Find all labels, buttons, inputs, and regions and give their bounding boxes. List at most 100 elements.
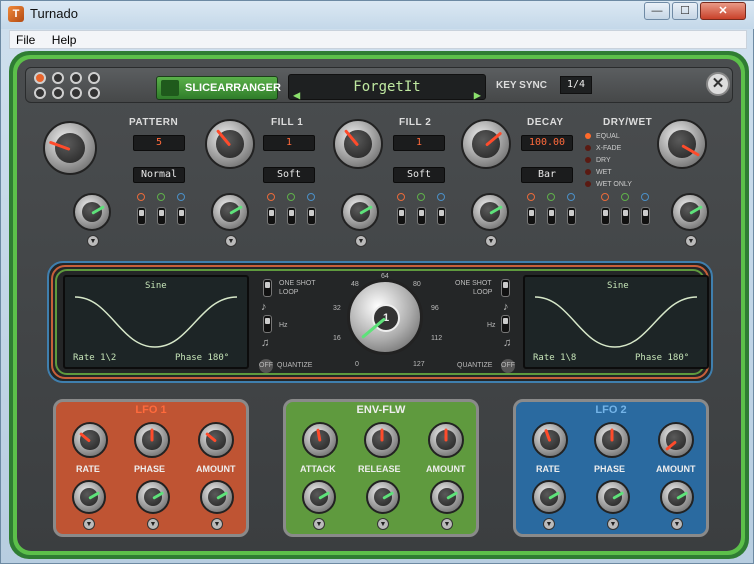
lfo2-phase-knob[interactable]	[594, 422, 630, 458]
drywet-knob[interactable]	[657, 119, 707, 169]
lfo1-rate-knob[interactable]	[72, 422, 108, 458]
mod-menu-icon[interactable]: ▼	[211, 518, 223, 530]
mod-toggle[interactable]	[287, 207, 296, 225]
envflw-amount-knob[interactable]	[428, 422, 464, 458]
mod-menu-icon[interactable]: ▼	[485, 235, 497, 247]
decay-knob[interactable]	[461, 119, 511, 169]
lfo2-rate-mod-knob[interactable]	[532, 480, 566, 514]
mod-select-green[interactable]	[417, 193, 425, 201]
plugin-close-icon[interactable]: ✕	[706, 72, 730, 96]
mod-toggle[interactable]	[641, 207, 650, 225]
quantize-off-button[interactable]: OFF	[259, 359, 273, 373]
lfo2-rate-knob[interactable]	[532, 422, 568, 458]
lfo1-oneshot-toggle[interactable]	[263, 279, 272, 297]
minimize-button[interactable]: —	[644, 2, 670, 20]
maximize-button[interactable]: ☐	[672, 2, 698, 20]
prev-preset-icon[interactable]: ◀	[293, 83, 300, 107]
lfo1-amount-mod-knob[interactable]	[200, 480, 234, 514]
mod-toggle[interactable]	[157, 207, 166, 225]
effect-slot-8[interactable]	[88, 87, 100, 99]
mod-select-blue[interactable]	[307, 193, 315, 201]
drywet-option-wetonly[interactable]: WET ONLY	[585, 179, 632, 191]
lfo2-amount-mod-knob[interactable]	[660, 480, 694, 514]
mod-menu-icon[interactable]: ▼	[671, 518, 683, 530]
drywet-mod-knob[interactable]	[671, 193, 709, 231]
drywet-option-xfade[interactable]: X-FADE	[585, 143, 632, 155]
menu-help[interactable]: Help	[46, 31, 83, 47]
lfo1-rate-mod-knob[interactable]	[72, 480, 106, 514]
effect-slot-4[interactable]	[88, 72, 100, 84]
mod-select-orange[interactable]	[137, 193, 145, 201]
lfo2-hz-toggle[interactable]	[501, 315, 510, 333]
mod-select-green[interactable]	[547, 193, 555, 201]
mod-toggle[interactable]	[601, 207, 610, 225]
mod-select-green[interactable]	[621, 193, 629, 201]
mod-select-green[interactable]	[157, 193, 165, 201]
fill1-knob[interactable]	[205, 119, 255, 169]
menu-file[interactable]: File	[10, 31, 41, 47]
mod-select-blue[interactable]	[437, 193, 445, 201]
quantize-off-button-right[interactable]: OFF	[501, 359, 515, 373]
effect-slot-7[interactable]	[70, 87, 82, 99]
fill2-knob[interactable]	[333, 119, 383, 169]
lfo2-phase-mod-knob[interactable]	[596, 480, 630, 514]
drywet-option-equal[interactable]: EQUAL	[585, 131, 632, 143]
mod-menu-icon[interactable]: ▼	[543, 518, 555, 530]
mod-select-blue[interactable]	[567, 193, 575, 201]
mod-menu-icon[interactable]: ▼	[147, 518, 159, 530]
mod-toggle[interactable]	[417, 207, 426, 225]
mod-toggle[interactable]	[177, 207, 186, 225]
effect-slot-2[interactable]	[52, 72, 64, 84]
fill2-mode[interactable]: Soft	[393, 167, 445, 183]
lfo1-phase-knob[interactable]	[134, 422, 170, 458]
pattern-mod-knob[interactable]	[73, 193, 111, 231]
mod-select-blue[interactable]	[177, 193, 185, 201]
mod-menu-icon[interactable]: ▼	[87, 235, 99, 247]
lfo1-phase-mod-knob[interactable]	[136, 480, 170, 514]
lfo2-amount-knob[interactable]	[658, 422, 694, 458]
envflw-attack-mod-knob[interactable]	[302, 480, 336, 514]
pattern-knob[interactable]	[43, 121, 97, 175]
fill2-value[interactable]: 1	[393, 135, 445, 151]
mod-menu-icon[interactable]: ▼	[685, 235, 697, 247]
fill1-mod-knob[interactable]	[211, 193, 249, 231]
fill1-value[interactable]: 1	[263, 135, 315, 151]
mod-toggle[interactable]	[547, 207, 556, 225]
envflw-release-knob[interactable]	[364, 422, 400, 458]
decay-mod-knob[interactable]	[471, 193, 509, 231]
envflw-attack-knob[interactable]	[302, 422, 338, 458]
mod-toggle[interactable]	[267, 207, 276, 225]
close-button[interactable]: ✕	[700, 2, 746, 20]
key-sync-value[interactable]: 1/4	[560, 76, 592, 94]
envflw-amount-mod-knob[interactable]	[430, 480, 464, 514]
mod-toggle[interactable]	[397, 207, 406, 225]
effect-slot-3[interactable]	[70, 72, 82, 84]
lfo1-amount-knob[interactable]	[198, 422, 234, 458]
decay-value[interactable]: 100.00	[521, 135, 573, 151]
decay-mode[interactable]: Bar	[521, 167, 573, 183]
mod-toggle[interactable]	[437, 207, 446, 225]
lfo1-hz-toggle[interactable]	[263, 315, 272, 333]
main-dial-knob[interactable]: 1	[347, 279, 423, 355]
envflw-release-mod-knob[interactable]	[366, 480, 400, 514]
mod-menu-icon[interactable]: ▼	[441, 518, 453, 530]
drywet-option-dry[interactable]: DRY	[585, 155, 632, 167]
mod-menu-icon[interactable]: ▼	[607, 518, 619, 530]
mod-menu-icon[interactable]: ▼	[377, 518, 389, 530]
preset-display[interactable]: ◀ ForgetIt ▶	[288, 74, 486, 102]
lfo2-scope[interactable]: Sine Rate 1\8 Phase 180°	[523, 275, 709, 369]
mod-select-green[interactable]	[287, 193, 295, 201]
mod-menu-icon[interactable]: ▼	[83, 518, 95, 530]
mod-menu-icon[interactable]: ▼	[225, 235, 237, 247]
mod-toggle[interactable]	[527, 207, 536, 225]
pattern-mode[interactable]: Normal	[133, 167, 185, 183]
mod-toggle[interactable]	[307, 207, 316, 225]
mod-select-orange[interactable]	[397, 193, 405, 201]
mod-menu-icon[interactable]: ▼	[355, 235, 367, 247]
mod-toggle[interactable]	[567, 207, 576, 225]
lfo2-oneshot-toggle[interactable]	[501, 279, 510, 297]
effect-selector-button[interactable]: SLICEARRANGER	[156, 76, 281, 100]
mod-select-orange[interactable]	[527, 193, 535, 201]
mod-select-orange[interactable]	[267, 193, 275, 201]
mod-toggle[interactable]	[137, 207, 146, 225]
